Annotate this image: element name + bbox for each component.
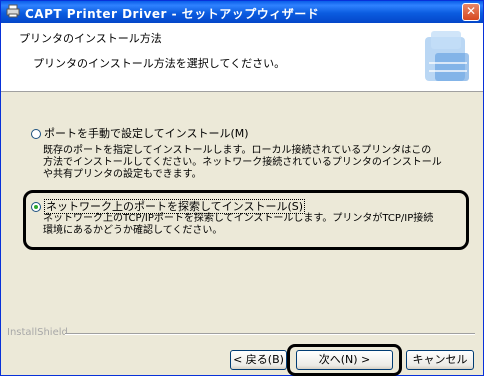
option-highlight-outline — [23, 190, 469, 250]
description-line: 方法でインストールしてください。ネットワーク接続されているプリンタのインストール — [43, 157, 442, 168]
page-title: プリンタのインストール方法 — [19, 32, 162, 45]
next-button[interactable]: 次へ(N) > — [296, 350, 393, 370]
close-icon: ✕ — [465, 4, 477, 18]
option-label-manual: ポートを手動で設定してインストール(M) — [44, 127, 249, 140]
description-line: 既存のポートを指定してインストールします。ローカル接続されているプリンタはこの — [43, 145, 432, 156]
setup-wizard-window: CAPT Printer Driver - セットアップウィザード ✕ プリンタ… — [0, 0, 484, 376]
title-bar[interactable]: CAPT Printer Driver - セットアップウィザード ✕ — [1, 1, 483, 23]
back-button[interactable]: < 戻る(B) — [230, 350, 287, 370]
close-button[interactable]: ✕ — [462, 3, 480, 21]
radio-button-unchecked[interactable] — [31, 129, 41, 139]
page-subtitle: プリンタのインストール方法を選択してください。 — [33, 57, 286, 70]
description-line: や共有プリンタの設定もできます。 — [43, 169, 202, 180]
printer-icon — [6, 4, 20, 18]
printer-graphic-icon — [425, 31, 469, 81]
window-title: CAPT Printer Driver - セットアップウィザード — [25, 7, 320, 21]
installshield-label: InstallShield — [7, 327, 68, 338]
option-description-manual: 既存のポートを指定してインストールします。ローカル接続されているプリンタはこの … — [43, 145, 463, 181]
radio-manual-port[interactable]: ポートを手動で設定してインストール(M) — [31, 125, 249, 141]
footer-divider — [65, 333, 475, 335]
cancel-button[interactable]: キャンセル — [406, 350, 474, 370]
wizard-header: プリンタのインストール方法 プリンタのインストール方法を選択してください。 — [1, 23, 483, 92]
